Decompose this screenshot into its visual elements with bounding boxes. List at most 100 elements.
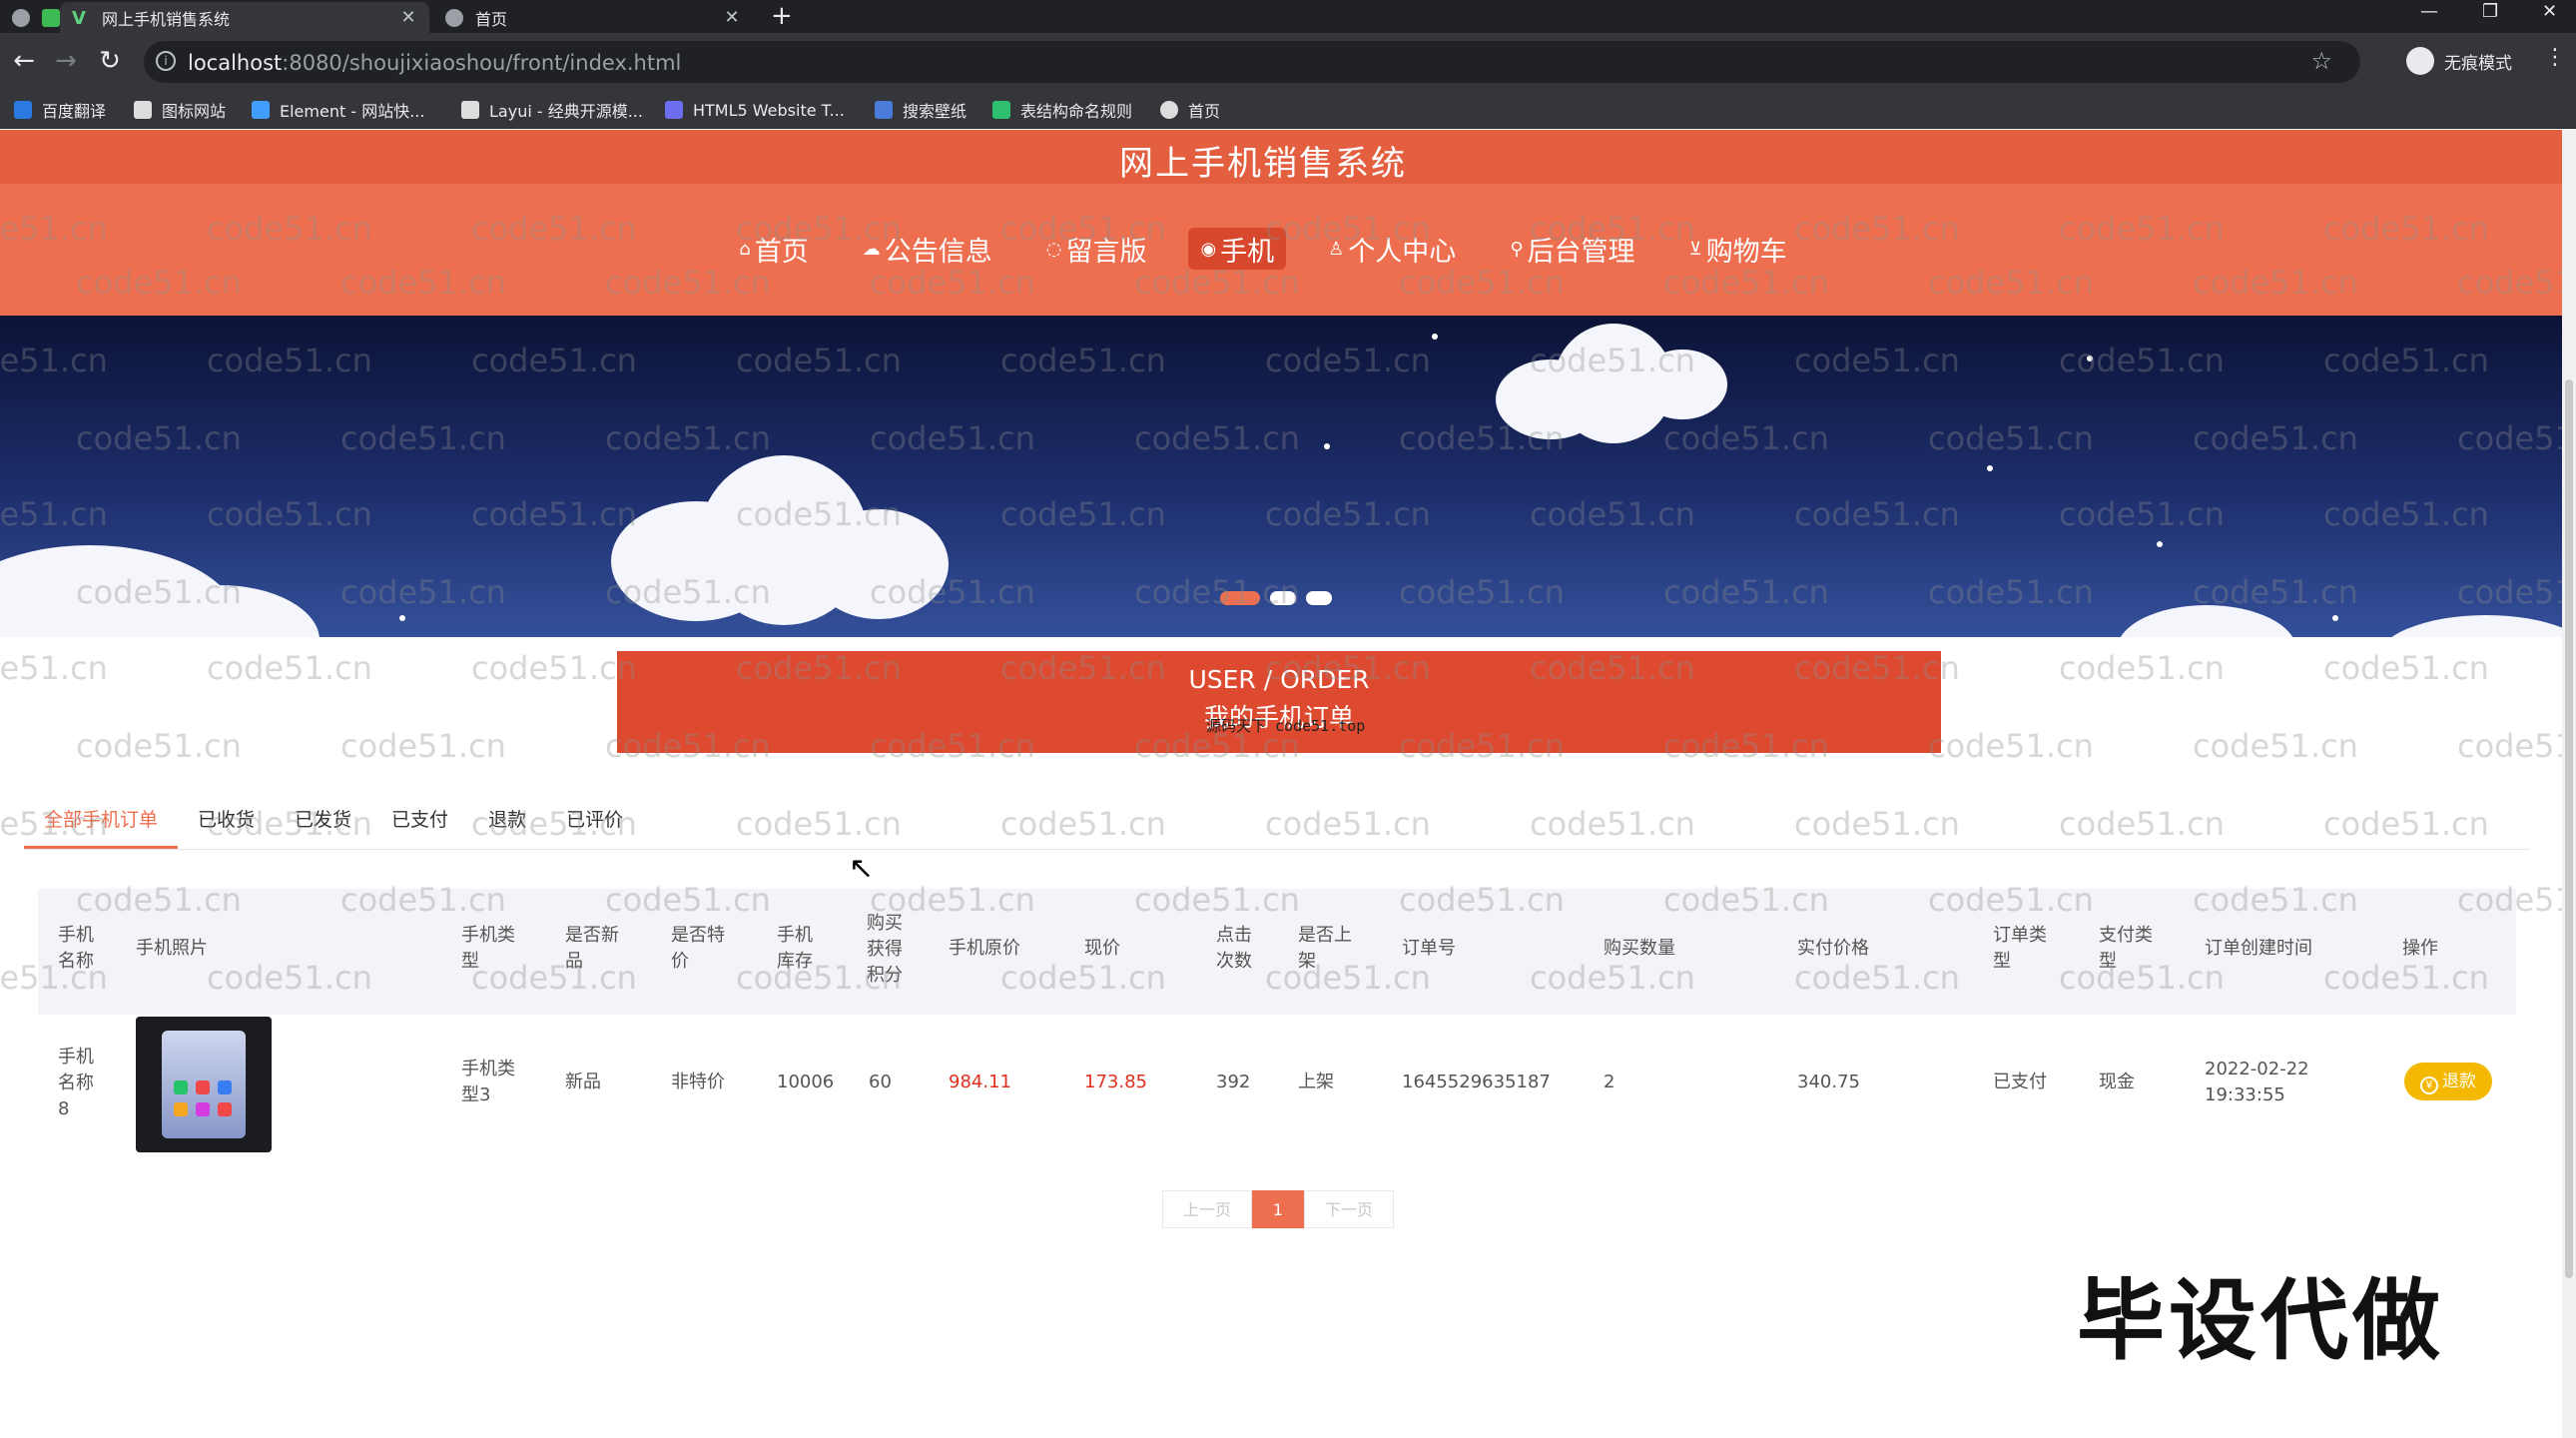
- site-header: 网上手机销售系统 ⌂ 首页 ☁ 公告信息 ◌ 留言版 ◉ 手机 ♙ 个人中心 ⚲ 后台管理 …: [0, 130, 2562, 316]
- app-icon: [174, 1080, 188, 1094]
- minimize-icon[interactable]: —: [2420, 0, 2438, 26]
- main-nav: ⌂ 首页 ☁ 公告信息 ◌ 留言版 ◉ 手机 ♙ 个人中心 ⚲ 后台管理 ⊻ 购物车: [0, 228, 2526, 270]
- prev-page-button[interactable]: 上一页: [1162, 1190, 1252, 1228]
- star-decoration: [399, 615, 405, 621]
- cloud-decoration: [1637, 350, 1727, 419]
- bookmark-item[interactable]: 搜索壁纸: [875, 99, 966, 121]
- table-header-cell: 现价: [1084, 938, 1120, 959]
- bookmark-item[interactable]: 表结构命名规则: [992, 99, 1132, 121]
- watermark-text: code51.cn: [207, 649, 372, 687]
- reload-icon[interactable]: ↻: [92, 43, 128, 79]
- table-header-cell: 手机原价: [949, 938, 1020, 959]
- cell-original-price: 984.11: [949, 1072, 1011, 1092]
- nav-user-center[interactable]: ♙ 个人中心: [1316, 228, 1468, 270]
- restore-icon[interactable]: ❐: [2482, 0, 2498, 26]
- link-icon: ⚲: [1510, 238, 1524, 260]
- scrollbar[interactable]: [2562, 130, 2576, 1438]
- watermark-text: code51.cn: [2193, 727, 2358, 765]
- watermark-text: code51.cn: [1265, 805, 1431, 843]
- star-decoration: [1432, 334, 1438, 340]
- next-page-button[interactable]: 下一页: [1304, 1190, 1394, 1228]
- watermark-text: code51.cn: [1530, 805, 1695, 843]
- cloud-decoration: [809, 509, 949, 619]
- home-icon: ⌂: [739, 238, 751, 260]
- element-icon: [252, 101, 270, 119]
- table-header-cell: 手机类型: [461, 925, 515, 972]
- tab-title: 首页: [475, 9, 508, 29]
- html5-icon: [665, 101, 683, 119]
- nav-home[interactable]: ⌂ 首页: [727, 228, 820, 270]
- bookmarks-bar: 百度翻译 图标网站 Element - 网站快... Layui - 经典开源模…: [0, 91, 2576, 129]
- table-header-cell: 订单创建时间: [2205, 938, 2312, 959]
- table-header-cell: 购买数量: [1604, 938, 1675, 959]
- carousel-dot[interactable]: [1220, 591, 1260, 605]
- new-tab-icon[interactable]: +: [771, 0, 793, 33]
- back-icon[interactable]: ←: [6, 43, 42, 79]
- bookmark-item[interactable]: 百度翻译: [14, 99, 106, 121]
- url-input[interactable]: i localhost:8080/shoujixiaoshou/front/in…: [144, 41, 2360, 83]
- cell-is-special: 非特价: [671, 1072, 725, 1092]
- star-decoration: [2087, 356, 2093, 361]
- bookmark-item[interactable]: Layui - 经典开源模...: [461, 99, 643, 121]
- watermark-text: code51.cn: [2323, 649, 2489, 687]
- cell-order-no: 1645529635187: [1402, 1072, 1551, 1092]
- page-number-button[interactable]: 1: [1252, 1190, 1304, 1228]
- table-header-cell: 操作: [2402, 938, 2438, 959]
- info-icon[interactable]: i: [156, 51, 176, 71]
- watermark-text: code51.cn: [2323, 805, 2489, 843]
- forward-icon[interactable]: →: [48, 43, 84, 79]
- refund-button[interactable]: ¥ 退款: [2404, 1063, 2492, 1100]
- tab-title: 网上手机销售系统: [102, 9, 231, 29]
- banner-carousel[interactable]: [0, 316, 2562, 637]
- browser-tab[interactable]: 首页 ✕: [433, 2, 753, 33]
- bookmark-item[interactable]: HTML5 Website T...: [665, 99, 845, 121]
- watermark-text: code51.cn: [340, 727, 506, 765]
- vue-logo-icon: V: [72, 7, 86, 29]
- tabs-divider: [24, 849, 2530, 850]
- flag-icon: [134, 101, 152, 119]
- carousel-dot[interactable]: [1306, 591, 1332, 605]
- nav-notice[interactable]: ☁ 公告信息: [851, 228, 1004, 270]
- cell-pay-type: 现金: [2099, 1072, 2135, 1092]
- cell-on-shelf: 上架: [1298, 1072, 1334, 1092]
- nav-message-board[interactable]: ◌ 留言版: [1034, 228, 1159, 270]
- star-decoration: [2332, 615, 2338, 621]
- carousel-dot[interactable]: [1270, 591, 1296, 605]
- close-icon[interactable]: ✕: [399, 7, 417, 28]
- tab-all-orders[interactable]: 全部手机订单: [24, 805, 179, 849]
- close-icon[interactable]: ✕: [723, 7, 741, 28]
- tab-refund[interactable]: 退款: [468, 805, 546, 849]
- window-close-icon[interactable]: ✕: [2542, 0, 2557, 26]
- cell-clicks: 392: [1216, 1072, 1251, 1092]
- browser-home-tab[interactable]: [0, 2, 60, 33]
- tab-received[interactable]: 已收货: [178, 805, 275, 849]
- phone-screen-image: [162, 1031, 246, 1138]
- menu-icon[interactable]: ⋮: [2544, 45, 2566, 70]
- bookmark-star-icon[interactable]: ☆: [2310, 47, 2332, 75]
- bookmark-item[interactable]: 图标网站: [134, 99, 226, 121]
- bookmark-item[interactable]: 首页: [1160, 99, 1220, 121]
- order-heading: USER / ORDER 我的手机订单 源码天下 code51.top: [617, 651, 1941, 753]
- table-header-cell: 点击次数: [1216, 925, 1252, 972]
- pagination: 上一页 1 下一页: [1162, 1190, 1394, 1228]
- browser-tab-active[interactable]: V 网上手机销售系统 ✕: [60, 2, 429, 33]
- app-icon: [196, 1102, 210, 1116]
- tab-paid[interactable]: 已支付: [371, 805, 468, 849]
- translate-icon: [14, 101, 32, 119]
- nav-cart[interactable]: ⊻ 购物车: [1677, 228, 1799, 270]
- tab-shipped[interactable]: 已发货: [275, 805, 371, 849]
- bookmark-item[interactable]: Element - 网站快...: [252, 99, 424, 121]
- nav-admin[interactable]: ⚲ 后台管理: [1498, 228, 1646, 270]
- cell-order-type: 已支付: [1993, 1072, 2047, 1092]
- globe-icon: [12, 8, 30, 27]
- table-header-cell: 购买获得积分: [867, 913, 903, 986]
- tab-reviewed[interactable]: 已评价: [546, 805, 643, 849]
- watermark-text: code51.cn: [1928, 727, 2094, 765]
- table-header-cell: 手机库存: [777, 925, 813, 972]
- nav-phone[interactable]: ◉ 手机: [1188, 228, 1287, 270]
- cell-points: 60: [869, 1072, 892, 1092]
- phone-photo: [136, 1017, 272, 1152]
- scrollbar-thumb[interactable]: [2565, 379, 2573, 1278]
- table-header-cell: 是否上架: [1298, 925, 1352, 972]
- incognito-profile[interactable]: 无痕模式: [2406, 43, 2512, 79]
